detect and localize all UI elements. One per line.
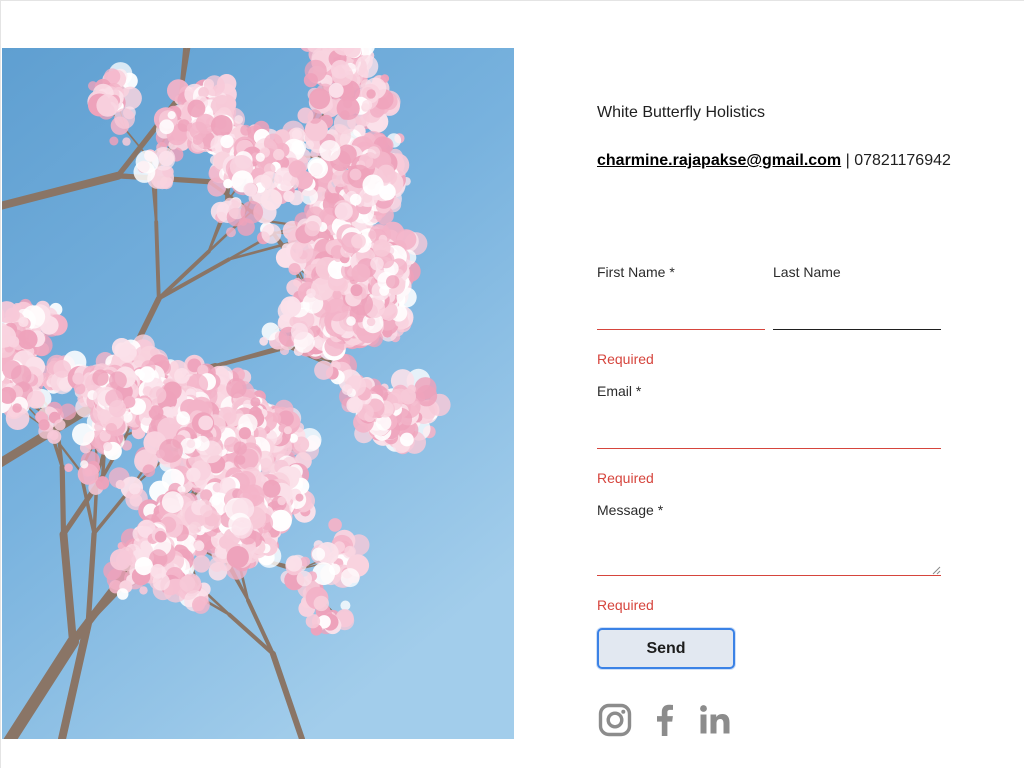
email-label: Email * — [597, 383, 642, 399]
business-name: White Butterfly Holistics — [597, 104, 766, 121]
message-required: Required — [597, 597, 654, 613]
first-name-field[interactable] — [597, 329, 765, 330]
email-link[interactable]: charmine.rajapakse@gmail.com — [597, 152, 841, 169]
email-field[interactable] — [597, 448, 941, 449]
contact-line: charmine.rajapakse@gmail.com | 078211769… — [597, 152, 951, 170]
message-label: Message * — [597, 502, 664, 518]
instagram-icon — [598, 703, 632, 737]
email-required: Required — [597, 470, 654, 486]
instagram-link[interactable] — [597, 702, 633, 738]
send-button[interactable]: Send — [597, 628, 735, 669]
message-field[interactable] — [597, 575, 941, 576]
contact-page: White Butterfly Holistics charmine.rajap… — [0, 0, 1024, 768]
facebook-link[interactable] — [647, 702, 683, 738]
phone-number: 07821176942 — [854, 152, 951, 169]
hero-image — [2, 48, 514, 739]
blossom-illustration — [2, 48, 514, 739]
first-name-required: Required — [597, 351, 654, 367]
resize-grip-icon[interactable] — [932, 566, 941, 575]
facebook-icon — [657, 704, 673, 736]
linkedin-icon — [700, 705, 730, 734]
last-name-label: Last Name — [773, 264, 841, 280]
linkedin-link[interactable] — [697, 702, 733, 738]
social-bar — [597, 701, 747, 739]
contact-separator: | — [841, 152, 855, 169]
first-name-label: First Name * — [597, 264, 675, 280]
last-name-field[interactable] — [773, 329, 941, 330]
